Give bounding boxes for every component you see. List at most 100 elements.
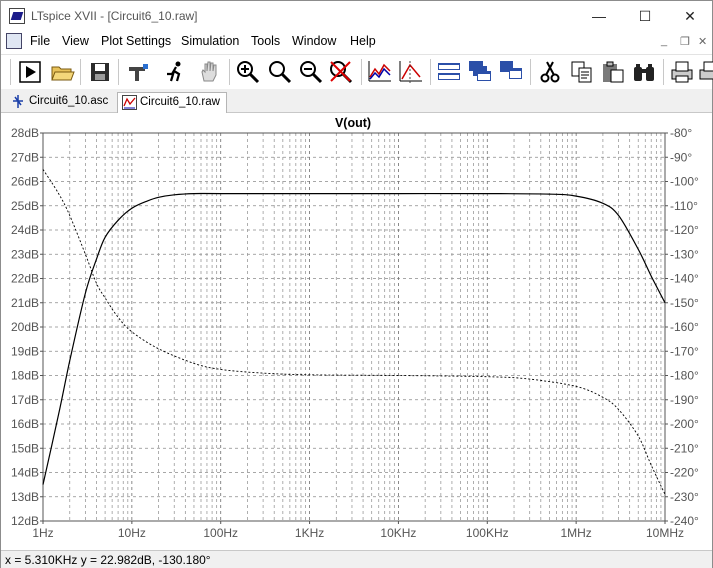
y2-tick-label: -110° — [670, 199, 698, 213]
y-tick-label: 16dB — [11, 417, 39, 431]
find-icon[interactable] — [631, 59, 657, 85]
title-bar: LTspice XVII - [Circuit6_10.raw] — ☐ ✕ — [1, 1, 712, 31]
toolbar-separator — [10, 59, 11, 85]
y2-tick-label: -160° — [670, 320, 699, 334]
x-tick-label: 100KHz — [466, 526, 509, 540]
toolbar-separator — [80, 59, 81, 85]
y2-tick-label: -230° — [670, 490, 699, 504]
y2-tick-label: -120° — [670, 223, 699, 237]
y2-tick-label: -190° — [670, 393, 699, 407]
x-tick-label: 1KHz — [295, 526, 324, 540]
status-bar: x = 5.310KHz y = 22.982dB, -130.180° — [1, 550, 712, 568]
y2-tick-label: -90° — [670, 150, 692, 164]
tile-horiz-icon[interactable] — [436, 59, 462, 85]
print-setup-icon[interactable] — [697, 59, 713, 85]
y2-tick-label: -150° — [670, 296, 699, 310]
y-tick-label: 21dB — [11, 296, 39, 310]
save-icon[interactable] — [87, 59, 113, 85]
y-tick-label: 17dB — [11, 393, 39, 407]
y-tick-label: 13dB — [11, 490, 39, 504]
y-tick-label: 14dB — [11, 466, 39, 480]
minimize-button[interactable]: — — [576, 1, 622, 31]
x-tick-label: 1Hz — [32, 526, 53, 540]
document-window-icon[interactable] — [6, 33, 22, 49]
toolbar-separator — [663, 59, 664, 85]
tab-schematic[interactable]: Circuit6_10.asc — [7, 92, 114, 113]
y-tick-label: 19dB — [11, 344, 39, 358]
copy-icon[interactable] — [569, 59, 595, 85]
toolbar-separator — [361, 59, 362, 85]
pan-hand-icon[interactable] — [196, 59, 222, 85]
y2-tick-label: -220° — [670, 466, 699, 480]
mdi-close-button[interactable]: ✕ — [698, 35, 707, 48]
menu-file[interactable]: File — [30, 34, 50, 48]
toolbar-separator — [229, 59, 230, 85]
y-tick-label: 18dB — [11, 369, 39, 383]
waveform-icon — [122, 95, 137, 110]
x-tick-label: 1MHz — [560, 526, 591, 540]
plot-grid — [40, 132, 668, 524]
paste-icon[interactable] — [600, 59, 626, 85]
y-tick-label: 26dB — [11, 175, 39, 189]
y-tick-label: 20dB — [11, 320, 39, 334]
toolbar-separator — [430, 59, 431, 85]
cursor-readout: x = 5.310KHz y = 22.982dB, -130.180° — [5, 553, 211, 567]
menu-window[interactable]: Window — [292, 34, 336, 48]
tab-waveform-label: Circuit6_10.raw — [140, 96, 220, 108]
run-icon[interactable] — [17, 59, 43, 85]
y-tick-label: 22dB — [11, 272, 39, 286]
y-tick-label: 23dB — [11, 247, 39, 261]
waveform-plot-pane[interactable]: V(out) 28dB 27dB 26dB 25dB 24dB 23dB 22dB 21dB 2… — [1, 113, 712, 550]
ltspice-window: LTspice XVII - [Circuit6_10.raw] — ☐ ✕ F… — [0, 0, 713, 568]
y2-tick-label: -180° — [670, 369, 699, 383]
y-tick-label: 15dB — [11, 441, 39, 455]
y-tick-label: 25dB — [11, 199, 39, 213]
zoom-area-icon[interactable] — [267, 59, 293, 85]
open-icon[interactable] — [49, 59, 75, 85]
x-tick-label: 10KHz — [380, 526, 416, 540]
control-panel-icon[interactable] — [125, 59, 151, 85]
document-tab-bar: Circuit6_10.asc Circuit6_10.raw — [1, 89, 712, 113]
menu-view[interactable]: View — [62, 34, 89, 48]
cut-icon[interactable] — [537, 59, 563, 85]
menu-plot-settings[interactable]: Plot Settings — [101, 34, 171, 48]
print-icon[interactable] — [669, 59, 695, 85]
y-tick-label: 27dB — [11, 150, 39, 164]
schematic-icon — [13, 95, 23, 108]
axis-labels: 28dB 27dB 26dB 25dB 24dB 23dB 22dB 21dB 20dB 19dB… — [11, 126, 699, 540]
cascade-icon[interactable] — [467, 59, 493, 85]
zoom-in-icon[interactable] — [235, 59, 261, 85]
toolbar — [1, 54, 713, 88]
tile-vert-icon[interactable] — [498, 59, 524, 85]
maximize-button[interactable]: ☐ — [622, 1, 668, 31]
zoom-fit-icon[interactable] — [328, 59, 354, 85]
autorange-icon[interactable] — [367, 59, 393, 85]
toolbar-separator — [118, 59, 119, 85]
x-tick-label: 10Hz — [118, 526, 146, 540]
tab-schematic-label: Circuit6_10.asc — [29, 95, 109, 107]
y2-tick-label: -210° — [670, 441, 699, 455]
mdi-restore-button[interactable]: ❐ — [680, 35, 690, 48]
y-tick-label: 24dB — [11, 223, 39, 237]
tab-waveform[interactable]: Circuit6_10.raw — [117, 92, 227, 113]
run-sim-icon[interactable] — [163, 59, 189, 85]
close-button[interactable]: ✕ — [667, 1, 713, 31]
x-tick-label: 100Hz — [203, 526, 238, 540]
zoom-out-icon[interactable] — [298, 59, 324, 85]
mark-icon[interactable] — [398, 59, 424, 85]
x-tick-label: 10MHz — [646, 526, 684, 540]
y2-tick-label: -80° — [670, 126, 692, 140]
toolbar-separator — [530, 59, 531, 85]
y-tick-label: 28dB — [11, 126, 39, 140]
ltspice-logo-icon — [9, 8, 25, 24]
menu-simulation[interactable]: Simulation — [181, 34, 239, 48]
mdi-minimize-button[interactable]: _ — [661, 35, 667, 47]
y2-tick-label: -170° — [670, 344, 699, 358]
y2-tick-label: -100° — [670, 175, 699, 189]
menu-help[interactable]: Help — [350, 34, 376, 48]
menu-tools[interactable]: Tools — [251, 34, 280, 48]
window-title: LTspice XVII - [Circuit6_10.raw] — [31, 9, 198, 23]
menu-bar: File View Plot Settings Simulation Tools… — [1, 31, 712, 53]
bode-plot[interactable]: V(out) 28dB27dB26dB25dB24dB23dB22dB21dB2… — [1, 113, 712, 550]
plot-title: V(out) — [335, 116, 371, 130]
